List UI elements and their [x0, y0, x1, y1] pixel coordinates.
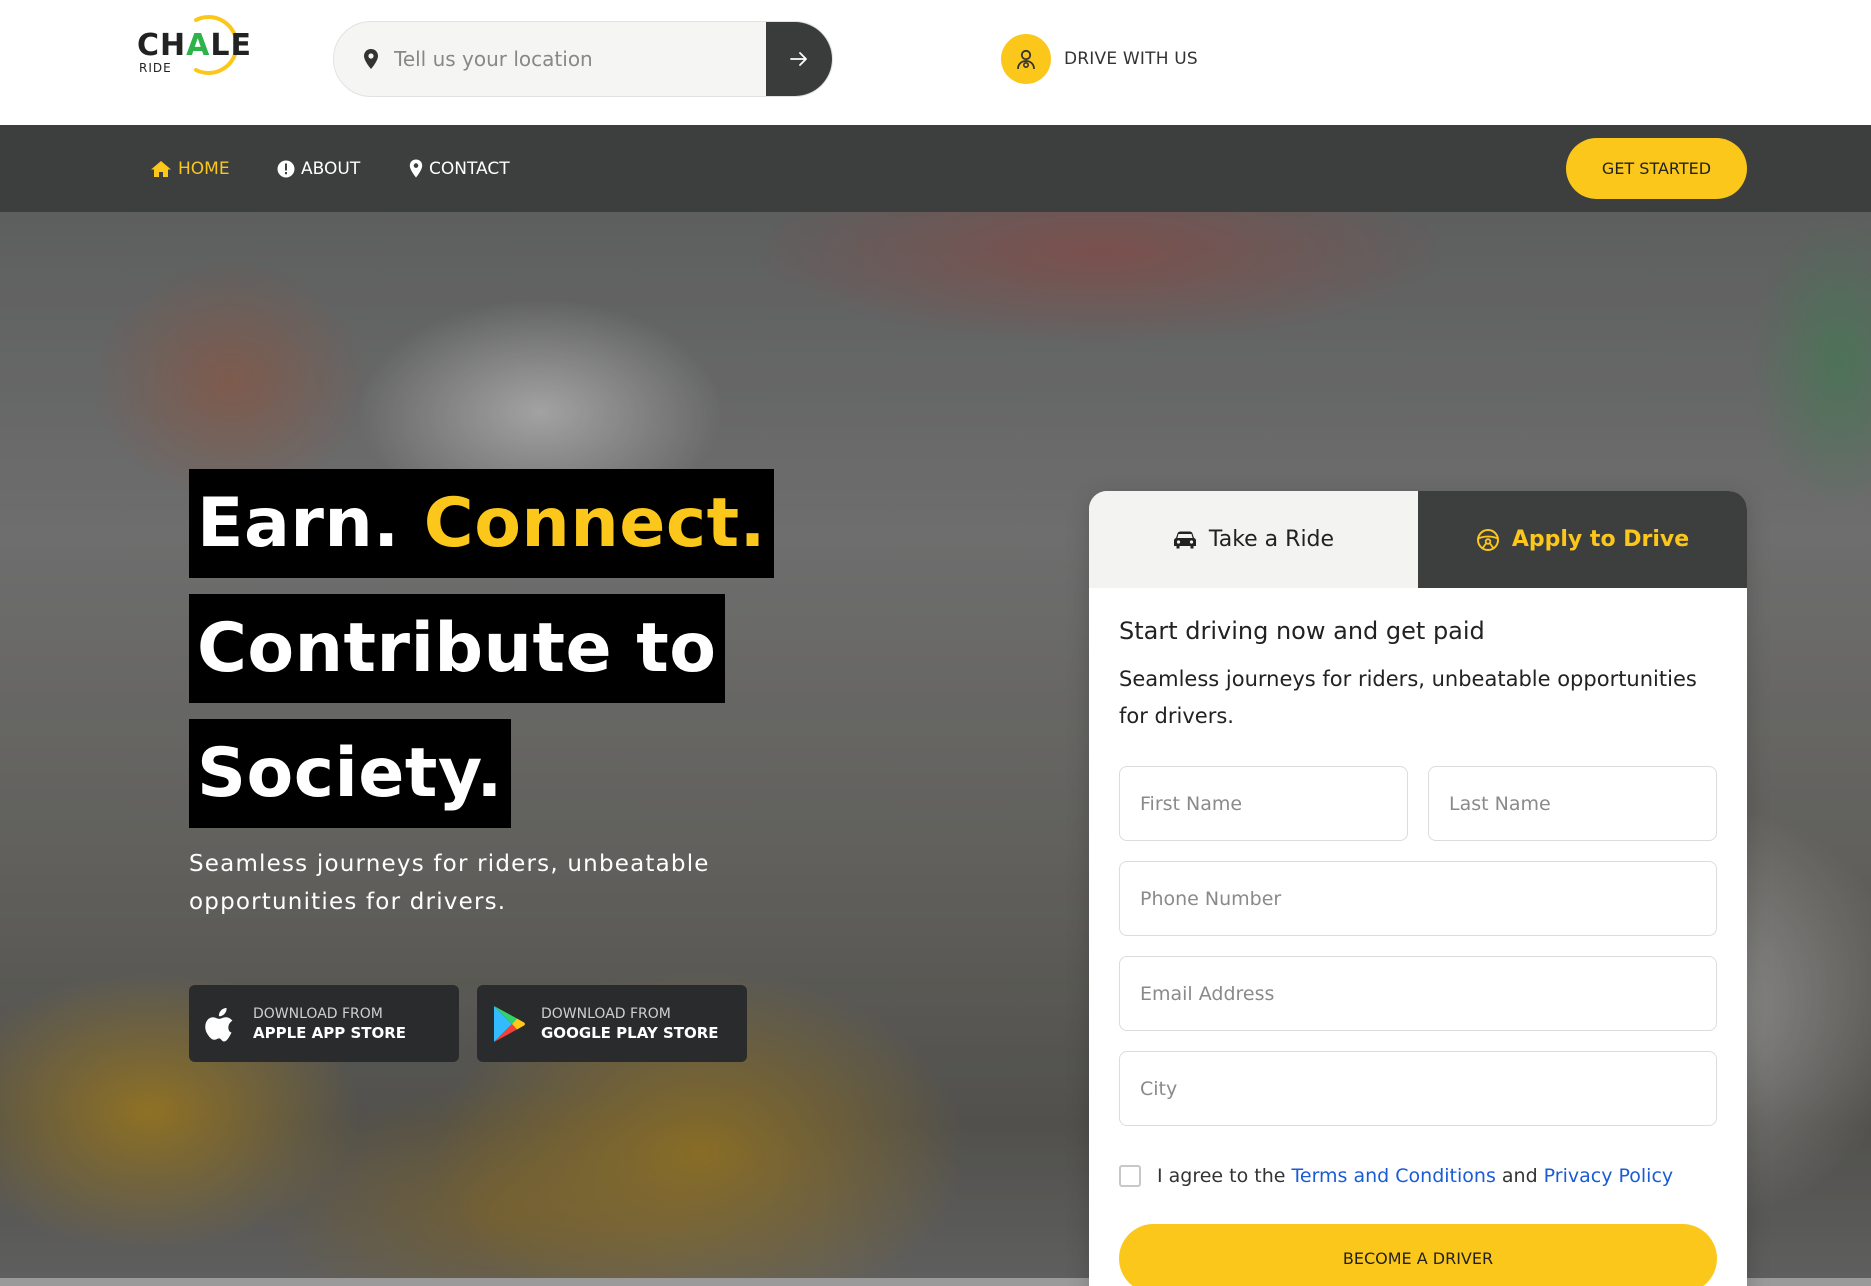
terms-and-conditions-link[interactable]: Terms and Conditions: [1292, 1165, 1496, 1187]
arrow-right-icon: [790, 52, 807, 66]
chale-ride-logo[interactable]: CHALE RIDE: [134, 10, 251, 76]
nav-about[interactable]: ABOUT: [277, 125, 360, 212]
nav-about-label: ABOUT: [301, 158, 361, 179]
car-icon: [1173, 531, 1196, 548]
info-icon: [277, 160, 295, 177]
get-started-button[interactable]: GET STARTED: [1566, 138, 1747, 199]
city-field[interactable]: [1119, 1051, 1717, 1126]
google-play-store-button[interactable]: DOWNLOAD FROM GOOGLE PLAY STORE: [477, 985, 747, 1062]
apple-store-small-label: DOWNLOAD FROM: [253, 1005, 383, 1022]
apple-icon: [205, 1007, 233, 1041]
nav-contact-label: CONTACT: [429, 158, 510, 179]
nav-contact[interactable]: CONTACT: [409, 125, 510, 212]
logo-wordmark: CHALE: [137, 28, 252, 63]
headline-line-3: Society.: [189, 719, 511, 828]
terms-prefix: I agree to the: [1157, 1165, 1292, 1187]
terms-agreement: I agree to the Terms and Conditions and …: [1119, 1165, 1673, 1187]
hero-headline: Earn. Connect. Contribute to Society.: [189, 469, 775, 844]
first-name-field[interactable]: [1119, 766, 1408, 841]
tab-take-a-ride[interactable]: Take a Ride: [1089, 491, 1418, 588]
top-header: CHALE RIDE DRIVE WITH US: [0, 0, 1871, 125]
map-pin-icon: [364, 49, 378, 69]
phone-number-field[interactable]: [1119, 861, 1717, 936]
become-a-driver-button[interactable]: BECOME A DRIVER: [1119, 1224, 1717, 1286]
google-play-icon: [494, 1005, 525, 1042]
logo-subtext: RIDE: [139, 61, 172, 75]
hero-section: Earn. Connect. Contribute to Society. Se…: [0, 212, 1871, 1286]
form-title: Start driving now and get paid: [1119, 617, 1485, 645]
home-icon: [151, 160, 171, 177]
terms-checkbox[interactable]: [1119, 1165, 1141, 1187]
tab-apply-to-drive[interactable]: Apply to Drive: [1418, 491, 1747, 588]
terms-middle: and: [1495, 1165, 1544, 1187]
nav-home[interactable]: HOME: [150, 125, 230, 212]
headline-line-1: Earn. Connect.: [189, 469, 775, 578]
driver-signup-card: Take a Ride Apply to Drive Start driving…: [1089, 491, 1747, 1286]
steering-wheel-icon: [1476, 528, 1499, 551]
driver-icon: [1001, 34, 1051, 84]
apple-app-store-button[interactable]: DOWNLOAD FROM APPLE APP STORE: [189, 985, 459, 1062]
location-submit-button[interactable]: [766, 22, 832, 96]
drive-with-us-label: DRIVE WITH US: [1064, 49, 1198, 69]
tab-apply-to-drive-label: Apply to Drive: [1511, 527, 1690, 552]
headline-line-2: Contribute to: [189, 594, 725, 703]
last-name-field[interactable]: [1428, 766, 1717, 841]
main-nav: HOME ABOUT CONTACT GET STARTED: [0, 125, 1871, 212]
email-address-field[interactable]: [1119, 956, 1717, 1031]
google-store-small-label: DOWNLOAD FROM: [541, 1005, 671, 1022]
map-marker-icon: [409, 159, 423, 178]
nav-home-label: HOME: [178, 158, 230, 179]
location-search: [333, 21, 833, 97]
location-input[interactable]: [392, 22, 752, 96]
drive-with-us-link[interactable]: DRIVE WITH US: [1001, 33, 1198, 85]
form-subtitle: Seamless journeys for riders, unbeatable…: [1119, 667, 1697, 728]
hero-subtitle: Seamless journeys for riders, unbeatable…: [189, 851, 710, 915]
apple-store-label: APPLE APP STORE: [253, 1023, 407, 1042]
google-store-label: GOOGLE PLAY STORE: [541, 1023, 719, 1042]
tab-take-a-ride-label: Take a Ride: [1208, 527, 1335, 552]
privacy-policy-link[interactable]: Privacy Policy: [1544, 1165, 1673, 1187]
